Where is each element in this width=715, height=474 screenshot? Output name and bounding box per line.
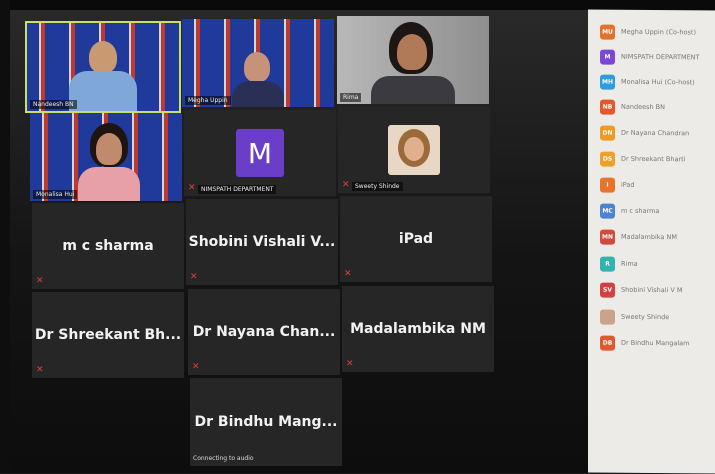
name-tile[interactable]: iPad ✕	[340, 196, 492, 282]
mic-muted-icon: ✕	[188, 183, 196, 193]
participant-row[interactable]: MN Madalambika NM	[600, 229, 677, 246]
participant-name: Dr Nayana Chan...	[192, 324, 336, 340]
participant-label: Nandeesh BN	[30, 100, 77, 109]
participant-row[interactable]: Sweety Shinde	[600, 309, 669, 326]
name-tile[interactable]: Dr Shreekant Bh... ✕	[32, 292, 184, 378]
participant-label: Megha Uppin	[185, 96, 231, 105]
mic-muted-icon: ✕	[342, 180, 350, 190]
name-tile[interactable]: m c sharma ✕	[32, 203, 184, 289]
participant-name: Dr Bindhu Mangalam	[621, 338, 690, 348]
participant-label: Rima	[340, 93, 362, 102]
participant-name: Rima	[621, 259, 638, 268]
video-tile[interactable]: Monalisa Hui	[30, 113, 182, 201]
participant-name: Shobini Vishali V M	[621, 285, 683, 295]
participant-row[interactable]: M NIMSPATH DEPARTMENT	[600, 49, 700, 66]
participant-row[interactable]: DB Dr Bindhu Mangalam	[600, 335, 690, 352]
avatar: SV	[600, 282, 615, 298]
participant-name: iPad	[621, 180, 635, 189]
participant-row[interactable]: NB Nandeesh BN	[600, 99, 665, 116]
participant-name: Dr Shreekant Bh...	[34, 327, 182, 343]
avatar: DB	[600, 335, 615, 351]
participant-name: Megha Uppin (Co-host)	[621, 27, 696, 37]
mic-muted-icon: ✕	[344, 269, 352, 279]
zoom-screen: Nandeesh BN Megha Uppin Rima Monalisa Hu…	[0, 0, 715, 474]
profile-photo	[388, 125, 440, 175]
avatar: MC	[600, 203, 615, 219]
mic-muted-icon: ✕	[36, 365, 44, 375]
participant-name: Dr Bindhu Mang...	[194, 414, 338, 430]
participant-label: Sweety Shinde	[352, 182, 403, 191]
participant-row[interactable]: DN Dr Nayana Chandran	[600, 125, 689, 142]
name-tile[interactable]: Dr Nayana Chan... ✕	[188, 289, 340, 375]
mic-muted-icon: ✕	[36, 276, 44, 286]
participant-row[interactable]: DS Dr Shreekant Bharti	[600, 151, 685, 168]
video-tile[interactable]: ✕ Sweety Shinde	[338, 107, 490, 193]
mic-muted-icon: ✕	[192, 362, 200, 372]
bezel	[0, 0, 715, 10]
connecting-status: Connecting to audio	[193, 455, 254, 462]
name-tile[interactable]: Madalambika NM ✕	[342, 286, 494, 372]
participant-name: Monalisa Hui (Co-host)	[621, 77, 695, 87]
mic-muted-icon: ✕	[190, 272, 198, 282]
participant-name: NIMSPATH DEPARTMENT	[621, 52, 700, 62]
avatar: MU	[600, 24, 615, 40]
participant-body	[232, 81, 284, 107]
avatar: MN	[600, 229, 615, 245]
participant-label: Monalisa Hui	[33, 190, 78, 199]
bezel	[0, 0, 10, 473]
participant-row[interactable]: MH Monalisa Hui (Co-host)	[600, 74, 695, 91]
participant-face	[89, 41, 117, 73]
avatar: M	[236, 129, 284, 177]
participant-row[interactable]: MU Megha Uppin (Co-host)	[600, 24, 696, 41]
avatar-photo	[600, 309, 615, 325]
participant-face	[244, 52, 270, 82]
participant-label: NIMSPATH DEPARTMENT	[198, 185, 277, 194]
participant-row[interactable]: SV Shobini Vishali V M	[600, 282, 683, 299]
avatar: MH	[600, 74, 615, 90]
avatar: DS	[600, 151, 615, 167]
participant-face	[96, 133, 122, 165]
participant-row[interactable]: R Rima	[600, 256, 638, 272]
participant-name: iPad	[398, 231, 434, 247]
photo-face	[404, 137, 424, 161]
participant-name: Madalambika NM	[350, 321, 486, 337]
participant-body	[371, 76, 455, 104]
participant-body	[69, 71, 137, 111]
participant-name: Dr Nayana Chandran	[621, 128, 690, 138]
participant-name: m c sharma	[62, 238, 154, 254]
video-tile[interactable]: Rima	[337, 16, 489, 104]
avatar: NB	[600, 99, 615, 115]
video-tile[interactable]: Megha Uppin	[182, 19, 334, 107]
avatar: DN	[600, 125, 615, 141]
avatar: I	[600, 177, 615, 193]
participants-panel[interactable]: MU Megha Uppin (Co-host) M NIMSPATH DEPA…	[588, 9, 715, 474]
participant-name: Sweety Shinde	[621, 312, 670, 322]
video-tile[interactable]: Nandeesh BN	[25, 21, 181, 113]
name-tile[interactable]: Dr Bindhu Mang...	[190, 378, 342, 466]
participant-name: Shobini Vishali V...	[188, 234, 336, 250]
mic-muted-icon: ✕	[346, 359, 354, 369]
participant-name: Dr Shreekant Bharti	[621, 154, 686, 164]
participant-name: m c sharma	[621, 206, 660, 216]
video-tile[interactable]: M ✕ NIMSPATH DEPARTMENT	[184, 110, 336, 196]
participant-body	[78, 167, 140, 201]
participant-row[interactable]: I iPad	[600, 177, 635, 193]
participant-name: Nandeesh BN	[621, 102, 665, 112]
participant-row[interactable]: MC m c sharma	[600, 203, 659, 220]
avatar: R	[600, 256, 615, 272]
participant-face	[397, 34, 427, 70]
participant-name: Madalambika NM	[621, 232, 677, 242]
avatar: M	[600, 49, 615, 65]
name-tile[interactable]: Shobini Vishali V... ✕	[186, 199, 338, 285]
